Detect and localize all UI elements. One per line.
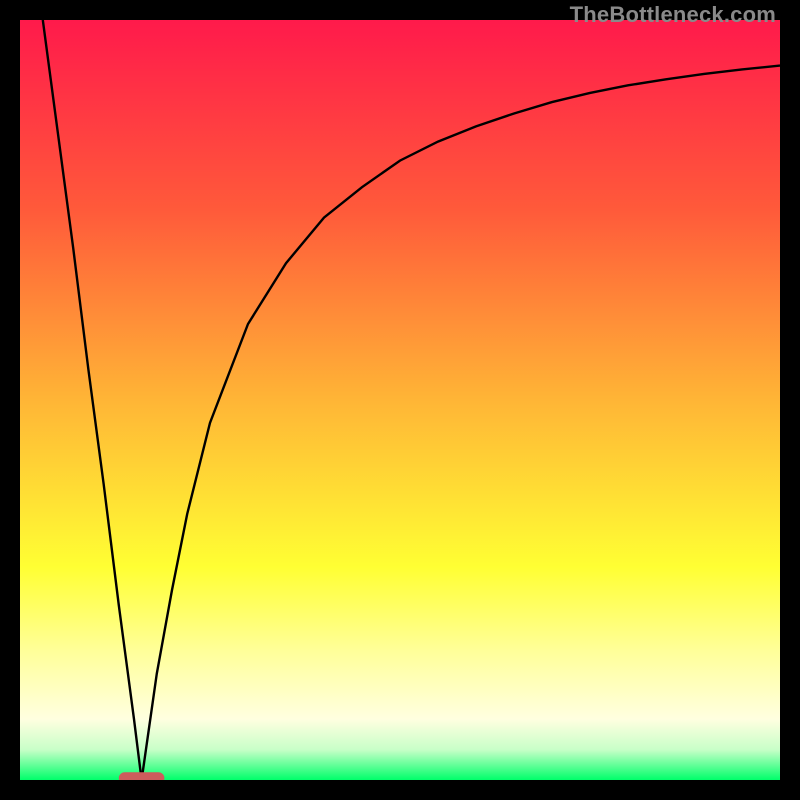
bottleneck-plot	[20, 20, 780, 780]
chart-frame	[20, 20, 780, 780]
gradient-background	[20, 20, 780, 780]
optimal-point-marker	[119, 772, 165, 780]
